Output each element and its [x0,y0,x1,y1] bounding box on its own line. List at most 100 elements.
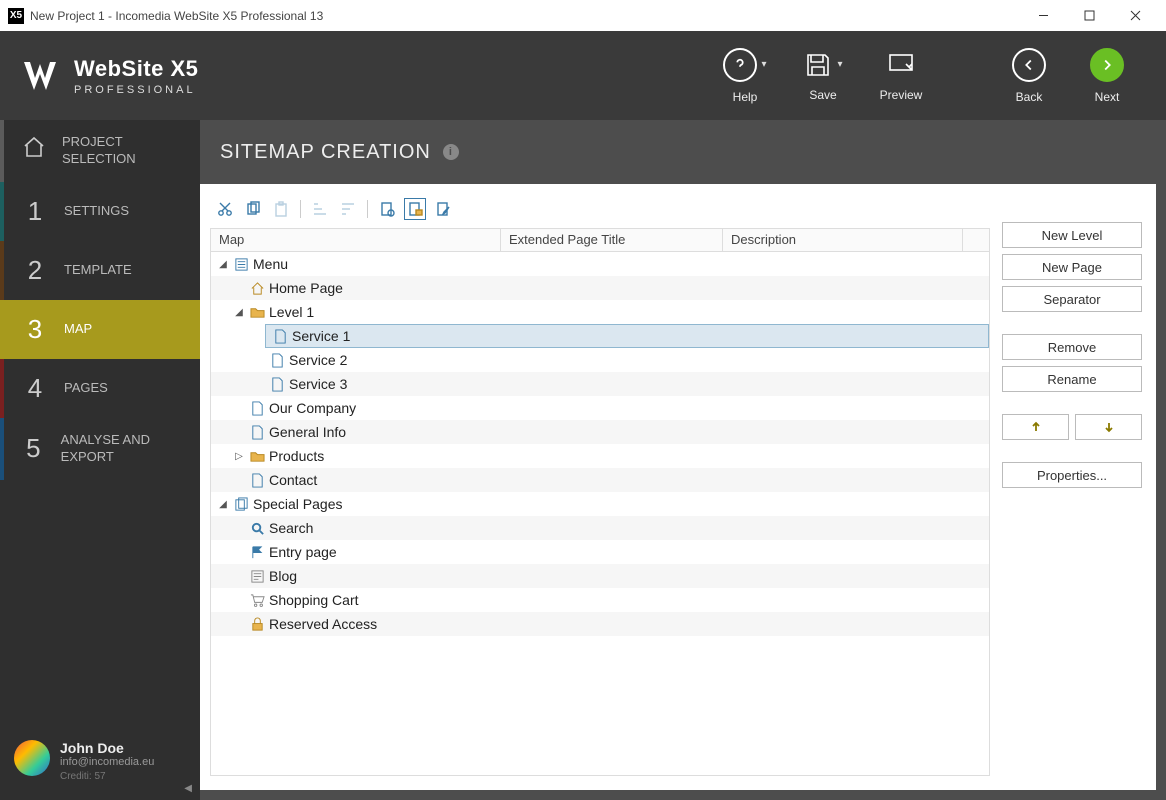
main: SITEMAP CREATION i Map [200,120,1166,800]
sidebar-step-pages[interactable]: 4 PAGES [0,359,200,418]
separator-button[interactable]: Separator [1002,286,1142,312]
tree-label: Menu [253,256,288,272]
tree-row-contact[interactable]: Contact [211,468,989,492]
sidebar-step-analyse-export[interactable]: 5 ANALYSE AND EXPORT [0,418,200,480]
collapse-all-button[interactable] [337,198,359,220]
back-button[interactable]: Back [990,31,1068,120]
tree-row-reserved[interactable]: Reserved Access [211,612,989,636]
tree-row-service3[interactable]: Service 3 [211,372,989,396]
sidebar-step-project-selection[interactable]: PROJECT SELECTION [0,120,200,182]
chevron-down-icon: ▾ [761,59,766,70]
cut-button[interactable] [214,198,236,220]
new-page-button[interactable]: New Page [1002,254,1142,280]
copy-button[interactable] [242,198,264,220]
preview-button[interactable]: Preview [862,31,940,120]
help-button[interactable]: ▾ Help [706,31,784,120]
menu-icon [233,256,249,272]
sidebar-step-template[interactable]: 2 TEMPLATE [0,241,200,300]
sidebar-step-label: MAP [64,321,92,338]
rename-button[interactable]: Rename [1002,366,1142,392]
close-button[interactable] [1112,0,1158,31]
save-button[interactable]: ▾ Save [784,31,862,120]
home-icon [249,280,265,296]
tree-row-blog[interactable]: Blog [211,564,989,588]
tree-label: Entry page [269,544,337,560]
tree-row-level1[interactable]: ◢ Level 1 [211,300,989,324]
col-extended-title[interactable]: Extended Page Title [501,229,723,251]
tree-panel: Map Extended Page Title Description ◢ Me… [210,194,990,776]
app-icon: X5 [8,8,24,24]
remove-button[interactable]: Remove [1002,334,1142,360]
page-icon [269,376,285,392]
edit-page-button[interactable] [432,198,454,220]
sidebar-step-label: SETTINGS [64,203,129,220]
move-up-button[interactable] [1002,414,1069,440]
tree-label: Service 1 [292,328,350,344]
sidebar-step-label: PROJECT SELECTION [62,134,188,168]
sitemap-tree[interactable]: ◢ Menu Home Page ◢ Level 1 [210,252,990,776]
help-label: Help [733,90,758,104]
tree-label: Level 1 [269,304,314,320]
col-description[interactable]: Description [723,229,963,251]
lock-page-button[interactable] [404,198,426,220]
step-number: 3 [22,314,48,345]
tree-row-search[interactable]: Search [211,516,989,540]
window-title: New Project 1 - Incomedia WebSite X5 Pro… [30,9,323,23]
collapse-sidebar-icon[interactable]: ◀ [184,783,192,794]
user-credits: Crediti: 57 [60,771,154,782]
brand-logo-icon [20,56,60,96]
sidebar-step-label: ANALYSE AND EXPORT [61,432,188,466]
tree-row-menu[interactable]: ◢ Menu [211,252,989,276]
next-label: Next [1095,90,1120,104]
tree-row-special[interactable]: ◢ Special Pages [211,492,989,516]
tree-row-our-company[interactable]: Our Company [211,396,989,420]
tree-row-general-info[interactable]: General Info [211,420,989,444]
paste-button[interactable] [270,198,292,220]
info-icon[interactable]: i [443,144,459,160]
arrow-down-icon [1102,420,1116,434]
page-icon [269,352,285,368]
avatar [14,740,50,776]
save-label: Save [809,88,836,102]
tree-row-entry[interactable]: Entry page [211,540,989,564]
tree-label: Home Page [269,280,343,296]
app-header: WebSite X5 PROFESSIONAL ▾ Help ▾ Save Pr… [0,31,1166,120]
tree-label: Products [269,448,324,464]
tree-row-home[interactable]: Home Page [211,276,989,300]
page-icon [272,328,288,344]
tree-header: Map Extended Page Title Description [210,228,990,252]
user-email: info@incomedia.eu [60,756,154,768]
caret-right-icon[interactable]: ▷ [233,450,245,462]
hide-page-button[interactable] [376,198,398,220]
col-map[interactable]: Map [211,229,501,251]
next-button[interactable]: Next [1068,31,1146,120]
caret-down-icon[interactable]: ◢ [217,258,229,270]
new-level-button[interactable]: New Level [1002,222,1142,248]
tree-row-products[interactable]: ▷ Products [211,444,989,468]
search-icon [249,520,265,536]
sidebar-step-map[interactable]: 3 MAP [0,300,200,359]
move-down-button[interactable] [1075,414,1142,440]
step-number: 1 [22,196,48,227]
minimize-button[interactable] [1020,0,1066,31]
tree-row-service2[interactable]: Service 2 [211,348,989,372]
tree-label: Service 2 [289,352,347,368]
sidebar-step-label: TEMPLATE [64,262,132,279]
preview-icon [886,50,916,80]
next-icon [1090,48,1124,82]
caret-down-icon[interactable]: ◢ [233,306,245,318]
tree-toolbar [210,194,990,228]
sidebar-step-settings[interactable]: 1 SETTINGS [0,182,200,241]
home-icon [22,135,46,159]
user-box[interactable]: John Doe info@incomedia.eu Crediti: 57 ◀ [0,728,200,800]
caret-down-icon[interactable]: ◢ [217,498,229,510]
maximize-button[interactable] [1066,0,1112,31]
tree-row-cart[interactable]: Shopping Cart [211,588,989,612]
tree-row-service1[interactable]: Service 1 [265,324,989,348]
help-icon [723,48,757,82]
preview-label: Preview [880,88,923,102]
sidebar-step-label: PAGES [64,380,108,397]
properties-button[interactable]: Properties... [1002,462,1142,488]
page-icon [249,400,265,416]
expand-all-button[interactable] [309,198,331,220]
